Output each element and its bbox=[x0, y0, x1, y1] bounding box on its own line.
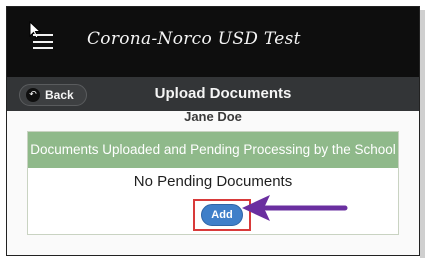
panel-header: Documents Uploaded and Pending Processin… bbox=[28, 132, 398, 168]
no-pending-documents-text: No Pending Documents bbox=[133, 173, 293, 190]
window-shadow bbox=[420, 10, 425, 258]
add-button[interactable]: Add bbox=[201, 204, 243, 226]
hamburger-icon[interactable] bbox=[33, 34, 53, 49]
back-button-label: Back bbox=[45, 88, 74, 102]
page-header: Upload Documents ↶ Back bbox=[7, 77, 419, 111]
arrow-icon bbox=[242, 195, 348, 221]
top-bar: Corona-Norco USD Test bbox=[7, 7, 419, 77]
student-name: Jane Doe bbox=[184, 109, 242, 124]
app-title: Corona-Norco USD Test bbox=[87, 29, 301, 49]
app-window: Corona-Norco USD Test Upload Documents ↶… bbox=[6, 6, 420, 256]
back-arrow-icon: ↶ bbox=[26, 88, 40, 102]
main-content: Jane Doe Documents Uploaded and Pending … bbox=[7, 109, 419, 255]
back-button[interactable]: ↶ Back bbox=[19, 84, 87, 106]
